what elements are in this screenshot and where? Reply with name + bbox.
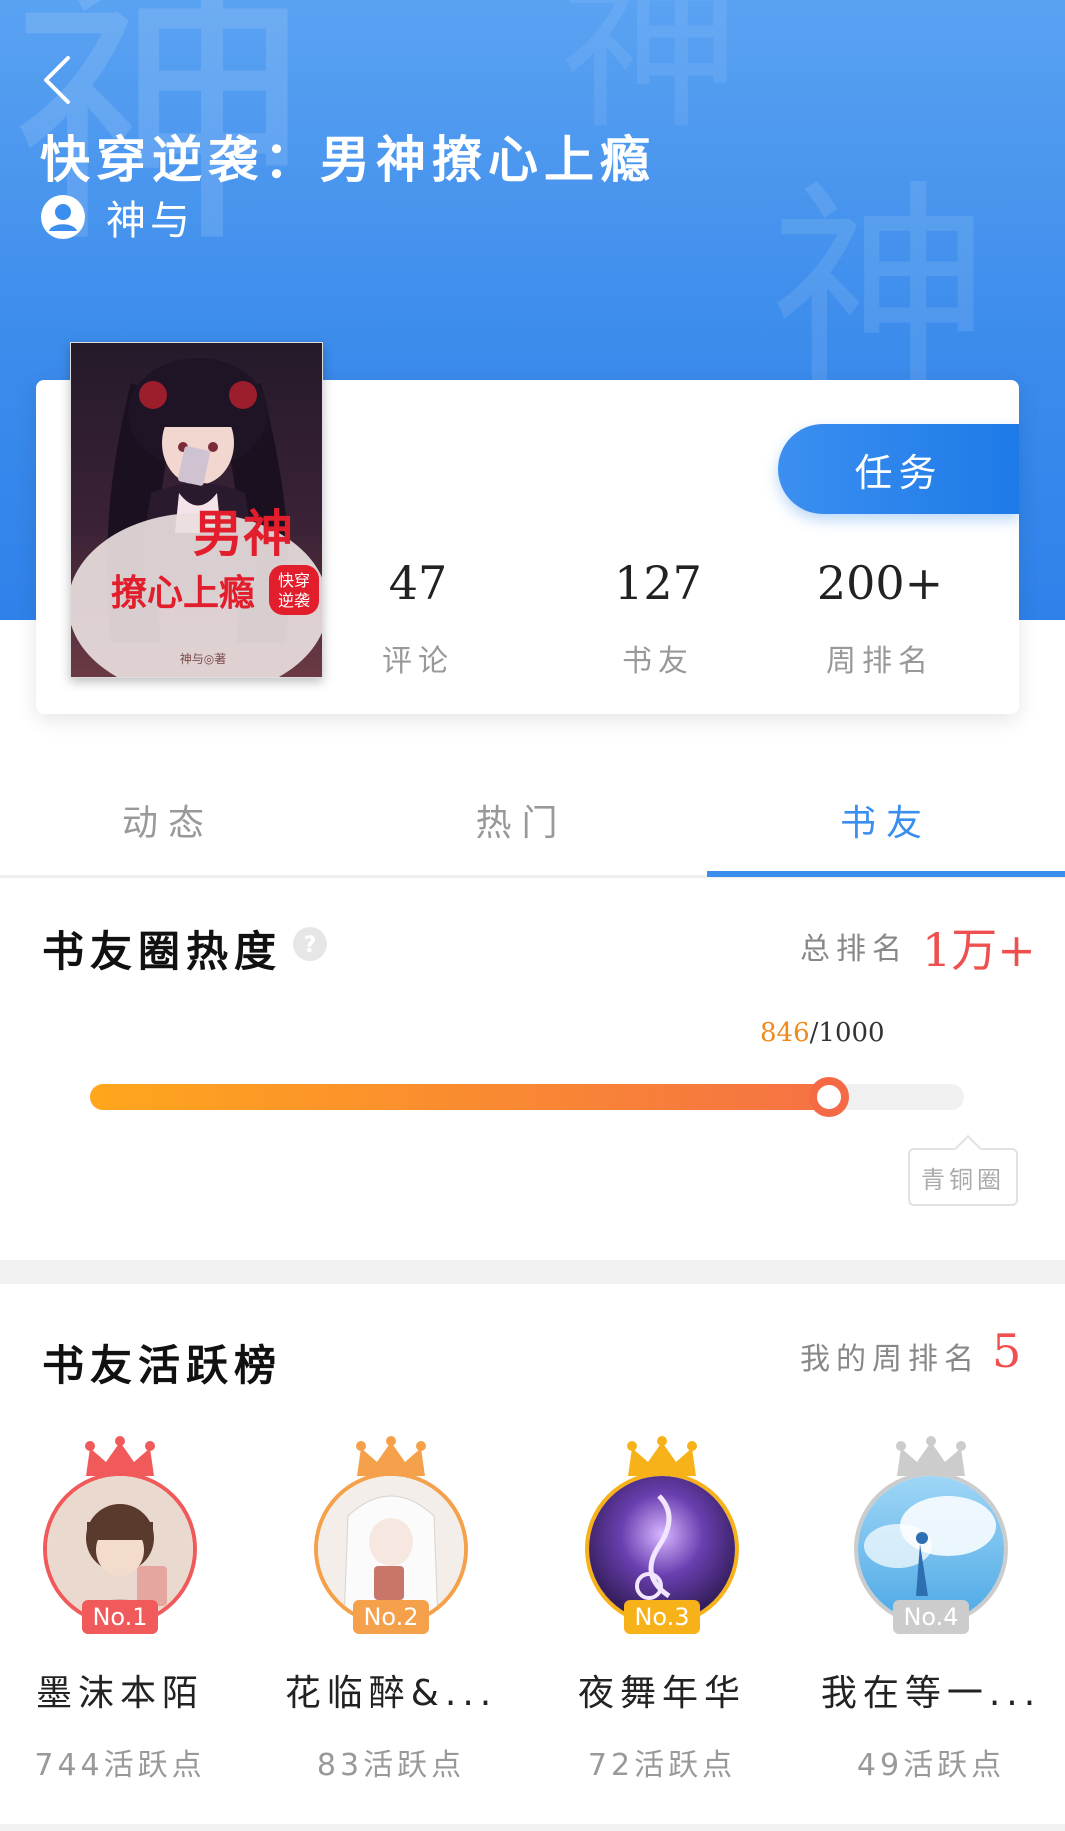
ranking-user-1[interactable]: No.1 墨沫本陌 744活跃点 bbox=[0, 1436, 245, 1784]
cover-illustration: 男神 撩心上瘾 快穿 逆袭 神与◎著 bbox=[71, 343, 322, 677]
tab-bar: 动态 热门 书友 bbox=[0, 770, 1065, 878]
help-icon[interactable]: ? bbox=[292, 926, 328, 962]
book-cover[interactable]: 男神 撩心上瘾 快穿 逆袭 神与◎著 bbox=[70, 342, 323, 678]
user-name: 墨沫本陌 bbox=[35, 1673, 204, 1714]
stat-value: 127 bbox=[614, 556, 702, 610]
ranking-user-4[interactable]: No.4 我在等一... 49活跃点 bbox=[806, 1436, 1056, 1784]
avatar-wrap: No.3 bbox=[585, 1436, 739, 1634]
bottom-divider bbox=[0, 1824, 1065, 1831]
rank-badge: No.3 bbox=[624, 1600, 700, 1634]
user-points: 72活跃点 bbox=[587, 1748, 737, 1783]
tab-activity[interactable]: 动态 bbox=[0, 770, 336, 870]
heat-progress-text: 846/1000 bbox=[760, 1018, 885, 1048]
section-divider bbox=[0, 1260, 1065, 1284]
task-button[interactable]: 任务 bbox=[778, 424, 1019, 514]
avatar-wrap: No.2 bbox=[314, 1436, 468, 1634]
avatar-wrap: No.4 bbox=[854, 1436, 1008, 1634]
watermark-text: 神 bbox=[560, 0, 741, 154]
user-name: 花临醉&... bbox=[284, 1673, 498, 1714]
stat-label: 评论 bbox=[382, 644, 454, 679]
watermark-text: 神 bbox=[770, 162, 991, 418]
rank-badge: No.2 bbox=[353, 1600, 429, 1634]
heat-current: 846 bbox=[760, 1018, 810, 1048]
tab-hot[interactable]: 热门 bbox=[336, 770, 707, 870]
stat-value: 47 bbox=[388, 556, 448, 610]
author-row[interactable]: 神与 bbox=[40, 188, 194, 246]
ranking-user-2[interactable]: No.2 花临醉&... 83活跃点 bbox=[266, 1436, 516, 1784]
tab-friends[interactable]: 书友 bbox=[707, 770, 1065, 870]
user-points: 744活跃点 bbox=[34, 1748, 206, 1783]
user-points: 83活跃点 bbox=[316, 1748, 466, 1783]
svg-text:?: ? bbox=[304, 933, 317, 958]
stat-weekly-rank[interactable]: 200+ 周排名 bbox=[780, 556, 980, 680]
ranking-user-3[interactable]: No.3 夜舞年华 72活跃点 bbox=[537, 1436, 787, 1784]
heat-max: 1000 bbox=[818, 1018, 885, 1048]
my-rank-value: 5 bbox=[992, 1324, 1022, 1378]
stat-friends[interactable]: 127 书友 bbox=[558, 556, 758, 680]
cover-title-main: 男神 bbox=[193, 504, 293, 563]
total-rank-label: 总排名 bbox=[800, 932, 908, 967]
stat-value: 200+ bbox=[816, 556, 944, 610]
ranking-title: 书友活跃榜 bbox=[42, 1341, 283, 1390]
rank-badge: No.1 bbox=[82, 1600, 158, 1634]
heat-progress-knob bbox=[809, 1077, 850, 1117]
author-name: 神与 bbox=[106, 198, 194, 244]
rank-badge: No.4 bbox=[893, 1600, 969, 1634]
svg-text:逆袭: 逆袭 bbox=[278, 591, 310, 610]
avatar-wrap: No.1 bbox=[43, 1436, 197, 1634]
stat-comments[interactable]: 47 评论 bbox=[318, 556, 518, 680]
user-name: 夜舞年华 bbox=[577, 1673, 746, 1714]
user-points: 49活跃点 bbox=[856, 1748, 1006, 1783]
cover-author: 神与◎著 bbox=[180, 652, 226, 666]
book-title: 快穿逆袭：男神撩心上瘾 bbox=[40, 131, 656, 189]
svg-text:快穿: 快穿 bbox=[278, 571, 310, 590]
total-rank-value: 1万+ bbox=[922, 923, 1036, 977]
tab-indicator bbox=[707, 871, 1065, 877]
heat-progress-bar bbox=[90, 1077, 964, 1117]
user-name: 我在等一... bbox=[820, 1673, 1042, 1714]
heat-progress-fill bbox=[90, 1084, 830, 1110]
back-arrow-icon[interactable] bbox=[38, 52, 78, 108]
cover-title-sub: 撩心上瘾 bbox=[111, 572, 255, 614]
my-rank-label: 我的周排名 bbox=[800, 1342, 980, 1377]
user-icon bbox=[41, 195, 85, 239]
level-badge: 青铜圈 bbox=[908, 1148, 1018, 1206]
stat-label: 周排名 bbox=[826, 644, 934, 679]
stat-label: 书友 bbox=[622, 644, 694, 679]
heat-title: 书友圈热度 bbox=[42, 927, 283, 976]
